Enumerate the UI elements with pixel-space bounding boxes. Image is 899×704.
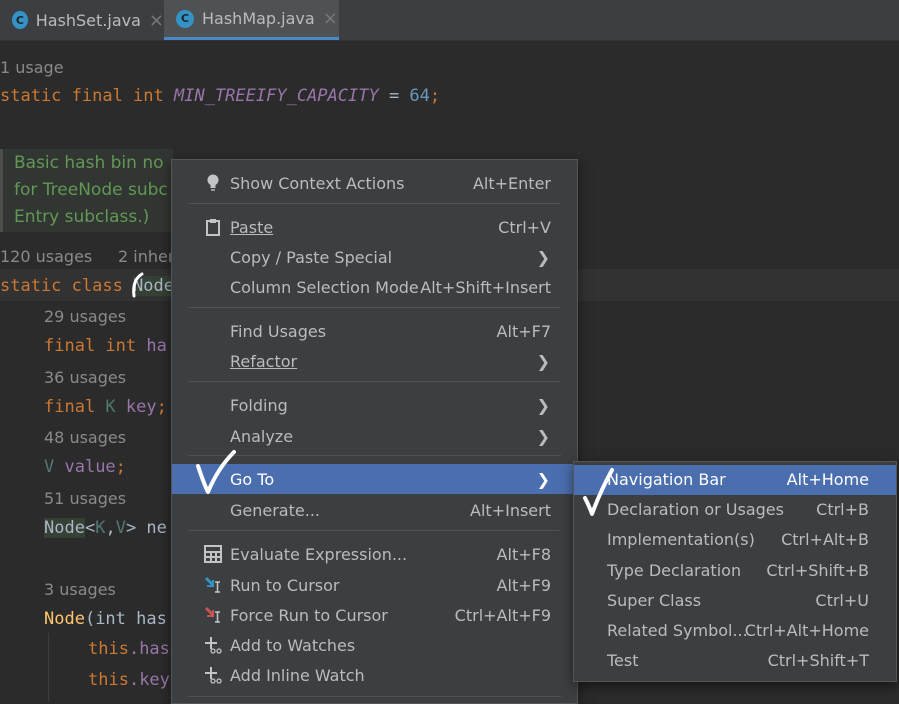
goto-submenu: Navigation Bar Alt+Home Declaration or U… bbox=[573, 461, 897, 682]
force-run-to-cursor-icon bbox=[204, 606, 222, 624]
menu-item-refactor[interactable]: Refactor ❯ bbox=[172, 346, 577, 376]
class-name[interactable]: Node bbox=[133, 276, 175, 296]
code-line: this.key bbox=[88, 670, 170, 690]
code-line: static class Node bbox=[0, 276, 175, 296]
editor-context-menu: Show Context Actions Alt+Enter Paste Ctr… bbox=[171, 159, 578, 704]
chevron-right-icon: ❯ bbox=[536, 426, 550, 446]
code-line: Node(int has bbox=[44, 609, 167, 629]
menu-separator bbox=[188, 203, 561, 204]
clipboard-icon bbox=[204, 218, 222, 236]
lightbulb-icon bbox=[204, 174, 222, 192]
close-icon[interactable]: × bbox=[149, 10, 164, 31]
run-to-cursor-icon bbox=[204, 576, 222, 594]
menu-item-paste[interactable]: Paste Ctrl+V bbox=[172, 212, 577, 242]
menu-separator bbox=[188, 381, 561, 382]
menu-item-copy-paste-special[interactable]: Copy / Paste Special ❯ bbox=[172, 242, 577, 272]
menu-item-go-to[interactable]: Go To ❯ bbox=[172, 464, 577, 494]
submenu-item-declaration-or-usages[interactable]: Declaration or Usages Ctrl+B bbox=[574, 495, 896, 525]
inheritor-hint[interactable]: 2 inher bbox=[118, 247, 174, 266]
tab-hashset[interactable]: C HashSet.java × bbox=[0, 0, 164, 40]
code-line: final K key; bbox=[44, 397, 167, 417]
code-line: Node<K,V> ne bbox=[44, 518, 167, 538]
doc-line: Basic hash bin no bbox=[14, 153, 164, 173]
add-watch-icon bbox=[204, 636, 222, 654]
chevron-right-icon: ❯ bbox=[536, 247, 550, 267]
calculator-icon bbox=[204, 545, 222, 563]
tab-hashmap[interactable]: C HashMap.java × bbox=[164, 0, 339, 40]
chevron-right-icon: ❯ bbox=[536, 469, 550, 489]
menu-item-show-context-actions[interactable]: Show Context Actions Alt+Enter bbox=[172, 168, 577, 198]
indent-guide bbox=[48, 633, 49, 702]
menu-item-column-selection-mode[interactable]: Column Selection Mode Alt+Shift+Insert bbox=[172, 272, 577, 302]
code-line: this.has bbox=[88, 639, 170, 659]
class-c-icon: C bbox=[12, 11, 28, 29]
menu-separator bbox=[188, 455, 561, 456]
class-c-icon: C bbox=[176, 9, 194, 28]
usage-hint[interactable]: 51 usages bbox=[44, 489, 126, 508]
menu-item-find-usages[interactable]: Find Usages Alt+F7 bbox=[172, 316, 577, 346]
menu-item-generate[interactable]: Generate... Alt+Insert bbox=[172, 495, 577, 525]
menu-item-folding[interactable]: Folding ❯ bbox=[172, 390, 577, 420]
editor-tab-bar: C HashSet.java × C HashMap.java × bbox=[0, 0, 899, 41]
tab-label: HashSet.java bbox=[35, 10, 141, 30]
code-line: static final int MIN_TREEIFY_CAPACITY = … bbox=[0, 86, 441, 106]
doc-line: Entry subclass.) bbox=[14, 207, 150, 227]
submenu-item-navigation-bar[interactable]: Navigation Bar Alt+Home bbox=[574, 465, 896, 495]
menu-item-run-to-cursor[interactable]: Run to Cursor Alt+F9 bbox=[172, 570, 577, 600]
menu-separator bbox=[188, 530, 561, 531]
usage-hint[interactable]: 120 usages bbox=[0, 247, 92, 266]
menu-item-force-run-to-cursor[interactable]: Force Run to Cursor Ctrl+Alt+F9 bbox=[172, 600, 577, 630]
menu-item-evaluate-expression[interactable]: Evaluate Expression... Alt+F8 bbox=[172, 539, 577, 569]
submenu-item-implementations[interactable]: Implementation(s) Ctrl+Alt+B bbox=[574, 525, 896, 555]
code-line: final int ha bbox=[44, 336, 167, 356]
menu-item-add-to-watches[interactable]: Add to Watches bbox=[172, 630, 577, 660]
menu-item-add-inline-watch[interactable]: Add Inline Watch bbox=[172, 660, 577, 690]
usage-hint[interactable]: 48 usages bbox=[44, 428, 126, 447]
submenu-item-related-symbol[interactable]: Related Symbol... Ctrl+Alt+Home bbox=[574, 616, 896, 646]
menu-separator bbox=[188, 696, 561, 697]
close-icon[interactable]: × bbox=[323, 8, 338, 29]
usage-hint[interactable]: 3 usages bbox=[44, 580, 116, 599]
chevron-right-icon: ❯ bbox=[536, 395, 550, 415]
usage-hint[interactable]: 36 usages bbox=[44, 368, 126, 387]
usage-hint[interactable]: 1 usage bbox=[0, 58, 64, 77]
menu-item-analyze[interactable]: Analyze ❯ bbox=[172, 421, 577, 451]
usage-hint[interactable]: 29 usages bbox=[44, 307, 126, 326]
submenu-item-test[interactable]: Test Ctrl+Shift+T bbox=[574, 646, 896, 676]
doc-line: for TreeNode subc bbox=[14, 180, 168, 200]
doc-comment-block: Basic hash bin no for TreeNode subc Entr… bbox=[0, 149, 173, 232]
code-line: V value; bbox=[44, 457, 126, 477]
submenu-item-super-class[interactable]: Super Class Ctrl+U bbox=[574, 586, 896, 616]
add-inline-watch-icon bbox=[204, 666, 222, 684]
tab-label: HashMap.java bbox=[202, 9, 315, 28]
chevron-right-icon: ❯ bbox=[536, 351, 550, 371]
submenu-item-type-declaration[interactable]: Type Declaration Ctrl+Shift+B bbox=[574, 556, 896, 586]
menu-separator bbox=[188, 307, 561, 308]
